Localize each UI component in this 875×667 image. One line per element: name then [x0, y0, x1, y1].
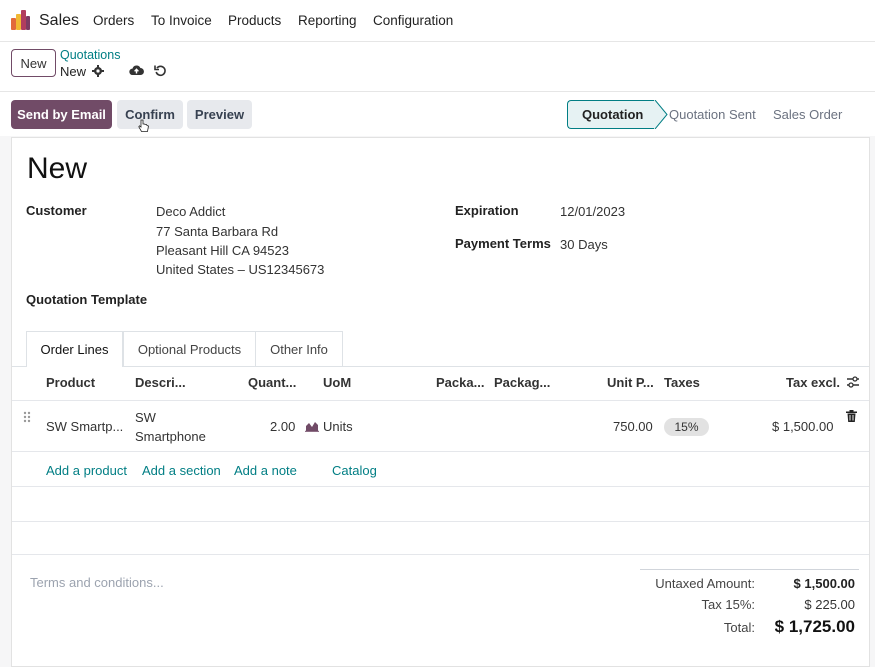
stage-quotation-sent-label: Quotation Sent	[669, 107, 756, 122]
notebook-tabs: Order Lines Optional Products Other Info	[12, 331, 869, 367]
column-unit-price[interactable]: Unit P...	[607, 375, 654, 390]
discard-undo-icon[interactable]	[154, 64, 167, 80]
table-footer-divider	[12, 554, 869, 555]
cell-unit-price[interactable]: 750.00	[613, 419, 653, 434]
tab-order-lines[interactable]: Order Lines	[26, 331, 123, 367]
gear-icon[interactable]	[92, 65, 104, 80]
tax-badge[interactable]: 15%	[664, 418, 709, 436]
row-divider	[12, 451, 869, 452]
row-divider	[12, 521, 869, 522]
stage-quotation-label: Quotation	[582, 107, 644, 122]
cell-description-line2[interactable]: Smartphone	[135, 429, 206, 444]
sales-app-icon[interactable]	[11, 10, 31, 33]
cell-tax-excl: $ 1,500.00	[772, 419, 834, 434]
form-sheet: New Customer Deco Addict 77 Santa Barbar…	[11, 137, 870, 667]
status-bar: Quotation Quotation Sent Sales Order	[567, 100, 855, 129]
cell-product[interactable]: SW Smartp...	[46, 419, 123, 434]
payment-terms-label: Payment Terms	[455, 236, 551, 251]
stage-sales-order-label: Sales Order	[773, 107, 843, 122]
new-button[interactable]: New	[11, 49, 56, 77]
column-uom[interactable]: UoM	[323, 375, 351, 390]
tax-value: $ 225.00	[804, 597, 855, 612]
add-section-link[interactable]: Add a section	[142, 463, 221, 478]
hand-pointer-cursor-icon	[138, 119, 150, 136]
customer-name[interactable]: Deco Addict	[156, 204, 225, 219]
add-product-link[interactable]: Add a product	[46, 463, 127, 478]
column-description[interactable]: Descri...	[135, 375, 186, 390]
customer-label: Customer	[26, 203, 87, 218]
expiration-field[interactable]: 12/01/2023	[560, 204, 625, 219]
preview-button[interactable]: Preview	[187, 100, 252, 129]
customer-address-line3: United States – US12345673	[156, 262, 325, 277]
customer-address-line1: 77 Santa Barbara Rd	[156, 224, 279, 239]
totals-divider	[640, 569, 859, 570]
control-panel: New Quotations New	[0, 42, 875, 92]
column-taxes[interactable]: Taxes	[664, 375, 700, 390]
expiration-label: Expiration	[455, 203, 519, 218]
top-navbar: Sales Orders To Invoice Products Reporti…	[0, 0, 875, 42]
menu-to-invoice[interactable]: To Invoice	[151, 13, 212, 28]
cell-description-line1[interactable]: SW	[135, 410, 156, 425]
customer-address-line2: Pleasant Hill CA 94523	[156, 243, 289, 258]
record-title: New	[27, 152, 88, 185]
tab-optional-products[interactable]: Optional Products	[123, 331, 256, 366]
breadcrumb-current: New	[60, 64, 87, 79]
total-value: $ 1,725.00	[774, 617, 855, 636]
menu-products[interactable]: Products	[228, 13, 281, 28]
confirm-button[interactable]: Confirm	[117, 100, 183, 129]
catalog-link[interactable]: Catalog	[332, 463, 377, 478]
column-product[interactable]: Product	[46, 375, 95, 390]
menu-configuration[interactable]: Configuration	[373, 13, 453, 28]
terms-and-conditions-field[interactable]: Terms and conditions...	[30, 575, 164, 590]
column-packaging-qty[interactable]: Packa...	[436, 375, 484, 390]
app-name[interactable]: Sales	[39, 12, 79, 30]
send-by-email-button[interactable]: Send by Email	[11, 100, 112, 129]
total-label: Total:	[723, 620, 755, 635]
cell-quantity[interactable]: 2.00	[270, 419, 295, 434]
cell-uom[interactable]: Units	[323, 419, 353, 434]
untaxed-amount-value: $ 1,500.00	[793, 576, 855, 591]
payment-terms-field[interactable]: 30 Days	[560, 237, 608, 252]
untaxed-amount-label: Untaxed Amount:	[655, 576, 755, 591]
row-divider	[12, 486, 869, 487]
column-quantity[interactable]: Quant...	[248, 375, 296, 390]
add-note-link[interactable]: Add a note	[234, 463, 297, 478]
menu-reporting[interactable]: Reporting	[298, 13, 357, 28]
stage-quotation-sent[interactable]: Quotation Sent	[655, 100, 757, 129]
stage-sales-order[interactable]: Sales Order	[757, 100, 855, 129]
tab-other-info[interactable]: Other Info	[255, 331, 343, 366]
optional-columns-toggle-icon[interactable]	[846, 376, 860, 391]
menu-orders[interactable]: Orders	[93, 13, 134, 28]
quotation-template-label: Quotation Template	[26, 292, 148, 307]
header-divider	[12, 400, 869, 401]
drag-handle-icon[interactable]	[23, 411, 31, 426]
cloud-upload-icon[interactable]	[129, 64, 144, 79]
tax-label: Tax 15%:	[701, 597, 755, 612]
stage-quotation[interactable]: Quotation	[567, 100, 668, 129]
column-tax-excl[interactable]: Tax excl.	[786, 375, 840, 390]
breadcrumb-quotations[interactable]: Quotations	[60, 48, 120, 62]
trash-icon[interactable]	[846, 410, 857, 425]
forecast-chart-icon[interactable]	[305, 420, 319, 435]
column-packaging[interactable]: Packag...	[494, 375, 550, 390]
